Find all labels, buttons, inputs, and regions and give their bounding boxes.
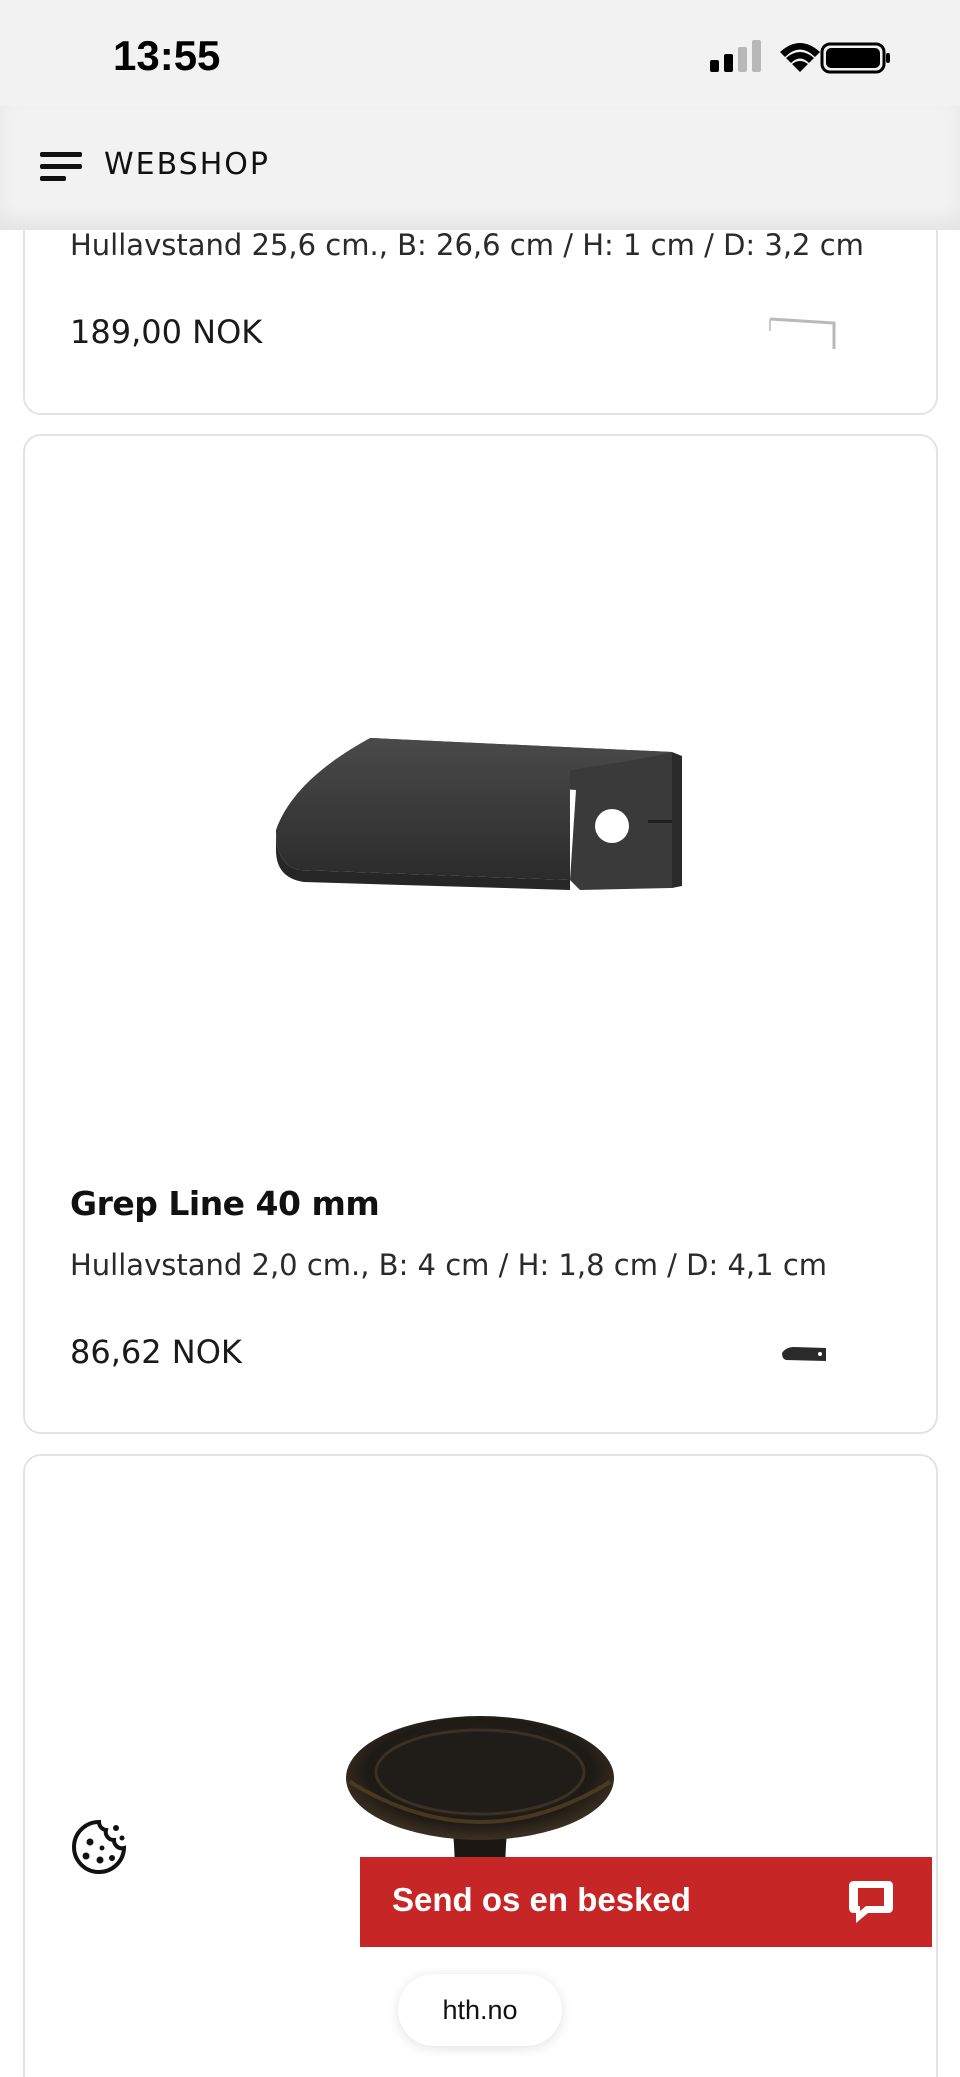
product-image: [276, 738, 682, 890]
status-icons: [690, 38, 890, 78]
product-price: 189,00 NOK: [70, 313, 263, 351]
product-card[interactable]: [23, 434, 938, 1434]
menu-icon[interactable]: [40, 150, 82, 184]
status-time: 13:55: [113, 32, 221, 79]
signal-icon: [710, 40, 761, 72]
product-title[interactable]: Grep Line 40 mm: [70, 1184, 380, 1223]
chat-label: Send os en besked: [392, 1881, 691, 1918]
cookie-icon[interactable]: [70, 1818, 128, 1876]
product-description: Hullavstand 25,6 cm., B: 26,6 cm / H: 1 …: [70, 228, 864, 262]
product-thumbnail: [769, 317, 836, 349]
product-description: Hullavstand 2,0 cm., B: 4 cm / H: 1,8 cm…: [70, 1248, 828, 1282]
wifi-icon: [780, 43, 820, 72]
battery-icon: [820, 42, 890, 74]
chat-bubble-icon: [849, 1881, 893, 1923]
header-title[interactable]: WEBSHOP: [104, 147, 270, 182]
chat-widget-button[interactable]: Send os en besked: [360, 1857, 932, 1947]
status-bar: 13:55: [0, 0, 960, 106]
product-list: Hullavstand 25,6 cm., B: 26,6 cm / H: 1 …: [0, 0, 960, 2077]
browser-url-pill[interactable]: hth.no: [398, 1974, 562, 2046]
product-thumbnail: [782, 1347, 826, 1361]
product-price: 86,62 NOK: [70, 1333, 242, 1371]
